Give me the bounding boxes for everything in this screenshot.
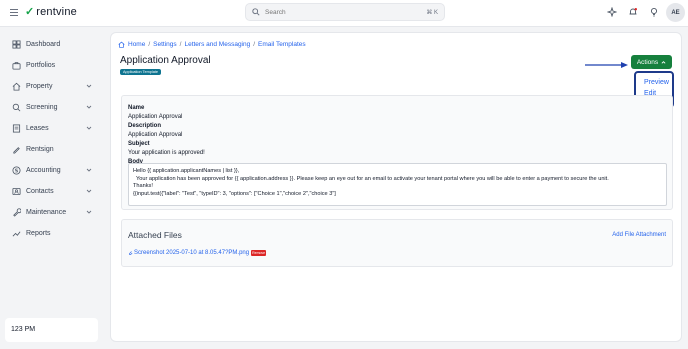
logo-check-icon: ✓ [25, 6, 35, 18]
attachment-item: Screenshot 2025-07-10 at 8.05.47?PM.png … [128, 250, 267, 256]
sidebar-item-label: Portfolios [26, 61, 56, 69]
sparkle-icon[interactable] [607, 7, 617, 17]
chevron-down-icon [86, 105, 92, 109]
attachments-title: Attached Files [128, 230, 182, 240]
menu-item-preview[interactable]: Preview [636, 77, 672, 88]
sidebar-item-label: Maintenance [26, 208, 67, 216]
sidebar-item-screening[interactable]: Screening [8, 99, 100, 115]
breadcrumb-settings[interactable]: Settings [153, 41, 177, 48]
actions-label: Actions [636, 58, 659, 66]
arrow-right-icon [585, 62, 628, 68]
description-value: Application Approval [128, 132, 183, 138]
subject-label: Subject [128, 141, 150, 147]
home-icon [118, 41, 125, 48]
screening-icon [12, 103, 21, 111]
actions-button[interactable]: Actions [631, 55, 672, 69]
breadcrumb-separator: / [179, 41, 182, 48]
body-line: Your application has been approved for {… [133, 175, 609, 182]
rentsign-icon [13, 146, 20, 154]
breadcrumb: Home / Settings / Letters and Messaging … [118, 41, 306, 48]
sidebar-item-property[interactable]: Property [8, 78, 100, 94]
breadcrumb-separator: / [148, 41, 151, 48]
sidebar-item-label: Screening [26, 103, 58, 111]
sidebar-item-reports[interactable]: Reports [8, 225, 100, 241]
app-name: rentvine [36, 6, 77, 18]
top-bar: ✓ rentvine ⌘ K AE [0, 0, 688, 27]
search-shortcut: ⌘ K [426, 9, 438, 16]
sidebar-item-maintenance[interactable]: Maintenance [8, 204, 100, 220]
chevron-down-icon [86, 189, 92, 193]
search-icon [252, 8, 260, 16]
attachments-card: Attached Files Add File Attachment Scree… [121, 219, 673, 267]
search-input[interactable] [265, 8, 415, 16]
sidebar-item-label: Accounting [26, 166, 61, 174]
chevron-down-icon [86, 84, 92, 88]
sidebar: Dashboard Portfolios Property Screening … [0, 27, 105, 349]
body-line: {{input.test({"label": "Test", "typeID":… [133, 190, 336, 197]
sidebar-item-rentsign[interactable]: Rentsign [8, 141, 100, 157]
chevron-down-icon [86, 168, 92, 172]
sidebar-item-dashboard[interactable]: Dashboard [8, 36, 100, 52]
dashboard-icon [12, 39, 21, 49]
chevron-up-icon [661, 60, 666, 64]
sidebar-item-contacts[interactable]: Contacts [8, 183, 100, 199]
lightbulb-icon[interactable] [649, 7, 659, 17]
main-panel: Home / Settings / Letters and Messaging … [110, 32, 682, 342]
body-line: Hello {{ application.applicantNames | li… [133, 168, 240, 174]
app-logo[interactable]: ✓ rentvine [25, 6, 77, 18]
sidebar-item-label: Reports [26, 229, 51, 237]
reports-icon [12, 230, 21, 236]
menu-icon[interactable] [10, 9, 18, 16]
chevron-down-icon [86, 210, 92, 214]
user-avatar[interactable]: AE [666, 3, 685, 22]
sidebar-item-accounting[interactable]: Accounting [8, 162, 100, 178]
sidebar-item-label: Property [26, 82, 53, 90]
portfolios-icon [12, 61, 21, 70]
paperclip-icon [129, 251, 133, 256]
property-icon [12, 82, 21, 91]
bell-icon[interactable] [628, 7, 638, 17]
template-type-badge: Application Template [120, 69, 161, 75]
leases-icon [12, 123, 21, 133]
page-title: Application Approval [120, 55, 211, 66]
description-label: Description [128, 123, 162, 129]
subject-value: Your application is approved! [128, 150, 205, 156]
template-fields: Name Application Approval Description Ap… [128, 104, 205, 167]
attachment-filename[interactable]: Screenshot 2025-07-10 at 8.05.47?PM.png [134, 250, 249, 256]
template-details-card: Name Application Approval Description Ap… [121, 95, 673, 210]
wrench-icon [13, 207, 21, 217]
breadcrumb-letters-messaging[interactable]: Letters and Messaging [184, 41, 250, 48]
sidebar-item-label: Rentsign [26, 145, 54, 153]
contacts-icon [12, 187, 21, 195]
sidebar-item-portfolios[interactable]: Portfolios [8, 57, 100, 73]
sidebar-item-label: Dashboard [26, 40, 61, 48]
sidebar-item-leases[interactable]: Leases [8, 120, 100, 136]
search-bar[interactable]: ⌘ K [245, 3, 445, 21]
add-attachment-link[interactable]: Add File Attachment [612, 232, 666, 238]
clock-widget: 123 PM [5, 318, 98, 342]
sidebar-item-label: Leases [26, 124, 49, 132]
name-value: Application Approval [128, 114, 183, 120]
sidebar-item-label: Contacts [26, 187, 54, 195]
remove-attachment-button[interactable]: Remove [251, 250, 267, 256]
breadcrumb-email-templates[interactable]: Email Templates [258, 41, 306, 48]
name-label: Name [128, 105, 145, 111]
body-content: Hello {{ application.applicantNames | li… [128, 163, 667, 206]
breadcrumb-home[interactable]: Home [128, 41, 145, 48]
breadcrumb-separator: / [253, 41, 256, 48]
body-line: Thanks! [133, 183, 153, 189]
accounting-icon [12, 165, 21, 175]
chevron-down-icon [86, 126, 92, 130]
